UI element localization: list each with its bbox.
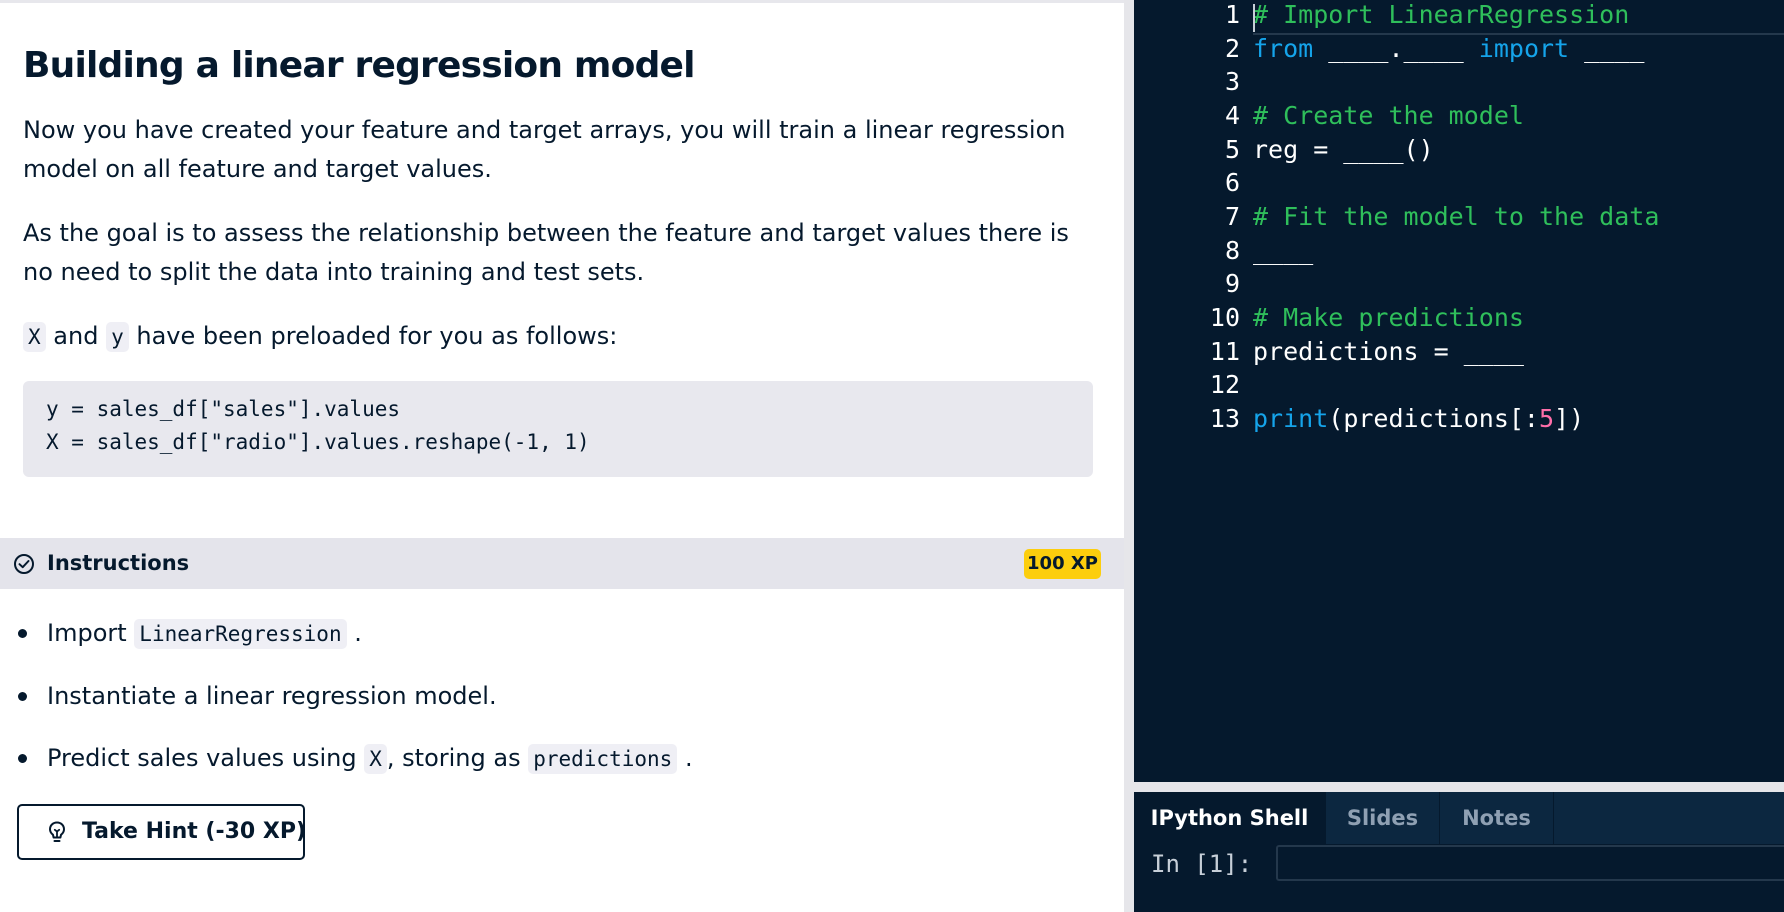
line-number: 2 [1224,34,1240,63]
shell-prompt: In [1]: [1151,850,1253,878]
line-content[interactable]: reg = ____() [1253,135,1434,164]
lightbulb-icon [49,821,65,842]
editor-line[interactable]: 10 # Make predictions [1134,303,1784,337]
editor-line[interactable]: 5 reg = ____() [1134,135,1784,169]
editor-line[interactable]: 1 # Import LinearRegression [1134,0,1784,35]
line-content[interactable]: ____ [1253,236,1313,265]
line-number: 10 [1209,303,1240,332]
code-editor[interactable]: 1 # Import LinearRegression 2 from ____.… [1134,0,1784,782]
instruction-text: Import LinearRegression . [47,619,362,649]
text-cursor [1253,4,1255,32]
exercise-paragraph-3: X and y have been preloaded for you as f… [23,317,1073,357]
line-number: 9 [1224,269,1240,298]
bullet-dot [18,692,27,701]
preloaded-code-block: y = sales_df["sales"].values X = sales_d… [23,381,1093,477]
line-content[interactable]: # Fit the model to the data [1253,202,1659,231]
line-content[interactable]: # Create the model [1253,101,1524,130]
instructions-header: Instructions 100 XP [0,538,1124,589]
instructions-label: Instructions [47,551,190,575]
editor-line[interactable]: 4 # Create the model [1134,101,1784,135]
xp-badge: 100 XP [1024,549,1101,579]
line-number: 6 [1224,168,1240,197]
list-item: Instantiate a linear regression model. [0,676,1100,716]
line-number: 5 [1224,135,1240,164]
line-content[interactable]: print(predictions[:5]) [1253,404,1584,433]
editor-line[interactable]: 13 print(predictions[:5]) [1134,404,1784,438]
line-number: 3 [1224,67,1240,96]
shell-input[interactable] [1276,845,1784,881]
bullet-dot [18,754,27,763]
take-hint-button[interactable]: Take Hint (-30 XP) [17,804,307,860]
line-number: 11 [1209,337,1240,366]
tab-notes[interactable]: Notes [1440,792,1554,844]
line-number: 7 [1224,202,1240,231]
line-content[interactable]: # Make predictions [1253,303,1524,332]
code-line: X = sales_df["radio"].values.reshape(-1,… [46,430,590,454]
line-number: 13 [1209,404,1240,433]
list-item: Import LinearRegression . [0,613,1100,653]
editor-line[interactable]: 2 from ____.____ import ____ [1134,34,1784,68]
line-number: 4 [1224,101,1240,130]
editor-line[interactable]: 7 # Fit the model to the data [1134,202,1784,236]
shell-tabs: IPython Shell Slides Notes [1134,792,1784,844]
exercise-paragraph-1: Now you have created your feature and ta… [23,116,1066,183]
editor-line[interactable]: 12 [1134,370,1784,404]
editor-line[interactable]: 11 predictions = ____ [1134,337,1784,371]
page-title: Building a linear regression model [23,45,696,86]
bullet-dot [18,629,27,638]
panel-divider[interactable] [1124,0,1134,912]
editor-line[interactable]: 6 [1134,168,1784,202]
inline-code-x: X [364,744,387,774]
instruction-text: Predict sales values using X, storing as… [47,744,693,774]
line-number: 8 [1224,236,1240,265]
tab-ipython-shell[interactable]: IPython Shell [1134,792,1326,844]
inline-code-linearregression: LinearRegression [134,619,347,649]
and-text: and [53,322,99,350]
editor-line[interactable]: 9 [1134,269,1784,303]
preloaded-text: have been preloaded for you as follows: [136,322,618,350]
list-item: Predict sales values using X, storing as… [0,738,1100,778]
line-number: 1 [1224,0,1240,29]
tab-slides[interactable]: Slides [1326,792,1440,844]
instruction-text: Instantiate a linear regression model. [47,682,497,710]
editor-shell-divider[interactable] [1134,782,1784,792]
line-content[interactable]: from ____.____ import ____ [1253,34,1644,63]
editor-line[interactable]: 3 [1134,67,1784,101]
editor-line[interactable]: 8 ____ [1134,236,1784,270]
line-number: 12 [1209,370,1240,399]
check-circle-icon [14,554,34,574]
inline-code-y: y [106,322,129,352]
line-content[interactable]: predictions = ____ [1253,337,1524,366]
code-line: y = sales_df["sales"].values [46,397,401,421]
ipython-shell-panel: IPython Shell Slides Notes In [1]: [1134,792,1784,912]
exercise-panel: Building a linear regression model Now y… [0,0,1124,912]
take-hint-label: Take Hint (-30 XP) [82,819,307,844]
inline-code-predictions: predictions [528,744,678,774]
inline-code-x: X [23,322,46,352]
line-content[interactable]: # Import LinearRegression [1253,0,1629,29]
exercise-paragraph-2: As the goal is to assess the relationshi… [23,219,1069,286]
